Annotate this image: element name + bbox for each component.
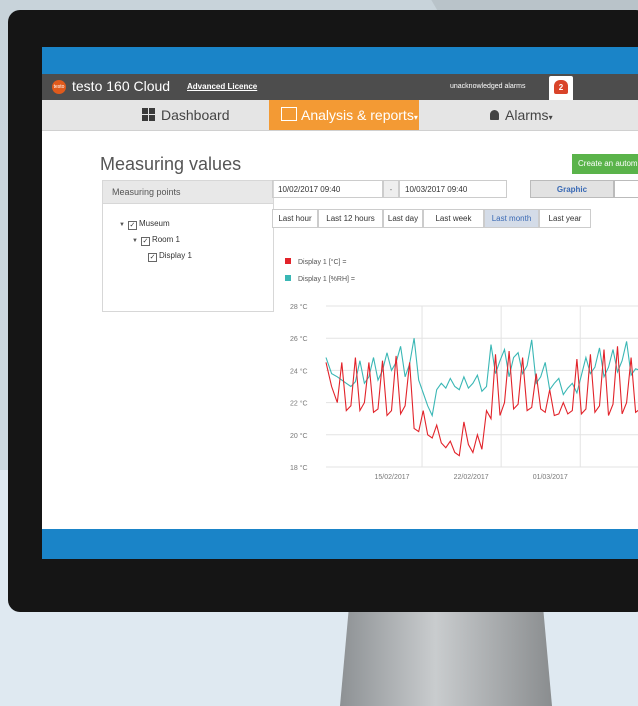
monitor-screen: testo testo 160 Cloud Advanced Licence u… <box>42 47 638 559</box>
y-tick-label: 20 °C <box>290 432 308 440</box>
x-tick-label: 01/03/2017 <box>533 474 568 481</box>
screen-bottom-band <box>42 529 638 559</box>
y-tick-label: 26 °C <box>290 335 308 343</box>
y-tick-label: 28 °C <box>290 303 308 311</box>
measurement-chart: 28 °C 26 °C 24 °C 22 °C 20 °C 18 °C 15/02/2017… <box>290 303 638 481</box>
x-tick-label: 15/02/2017 <box>375 474 410 481</box>
monitor-bezel: testo testo 160 Cloud Advanced Licence u… <box>8 10 638 612</box>
monitor-stand <box>340 612 552 706</box>
x-tick-label: 22/02/2017 <box>454 474 489 481</box>
y-tick-label: 22 °C <box>290 400 308 408</box>
y-tick-label: 24 °C <box>290 367 308 375</box>
y-tick-label: 18 °C <box>290 464 308 472</box>
